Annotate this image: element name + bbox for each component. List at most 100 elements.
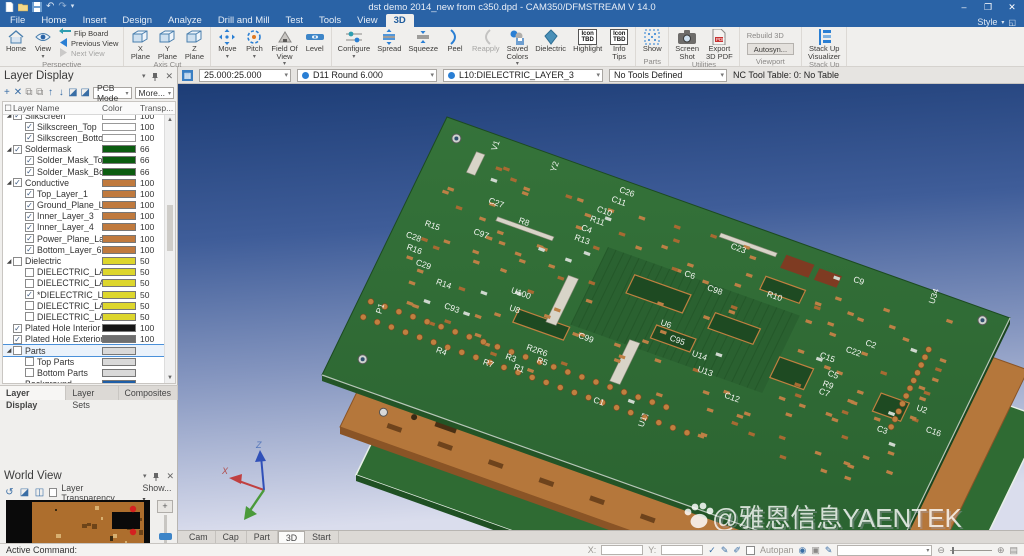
layer-set2-icon[interactable]: ◪ <box>81 87 90 99</box>
layer-visibility-checkbox[interactable]: ✓ <box>25 167 34 176</box>
menu-item-test[interactable]: Test <box>278 14 311 27</box>
redo-icon[interactable]: ↷ <box>58 2 66 12</box>
expander-icon[interactable]: ◢ <box>5 347 13 354</box>
layer-color-swatch[interactable] <box>102 279 136 287</box>
layer-visibility-checkbox[interactable]: ✓ <box>25 122 34 131</box>
workspace-tab-cam[interactable]: Cam <box>182 531 216 543</box>
layer-row-silkscreen-bottom[interactable]: ✓Silkscreen_Bottom100 <box>3 132 164 143</box>
layer-color-swatch[interactable] <box>102 302 136 310</box>
layer-color-swatch[interactable] <box>102 156 136 164</box>
panel-menu-icon[interactable]: ▾ <box>143 472 147 480</box>
status-combo[interactable]: ▾ <box>837 545 932 556</box>
layer-row-dielectric-layer-4[interactable]: DIELECTRIC_LAYER_450 <box>3 300 164 311</box>
layer-visibility-checkbox[interactable]: ✓ <box>13 324 22 333</box>
layer-row-dielectric[interactable]: ◢Dielectric50 <box>3 255 164 266</box>
paste-icon[interactable]: ⧉ <box>36 87 44 99</box>
scroll-up-icon[interactable]: ▲ <box>165 115 175 125</box>
layer-visibility-checkbox[interactable]: ✓ <box>13 145 22 154</box>
layer-front-icon[interactable]: ◪ <box>19 487 30 499</box>
active-layer-combo[interactable]: L10:DIELECTRIC_LAYER_3▾ <box>443 69 603 82</box>
layer-row-top-layer-1[interactable]: ✓Top_Layer_1100 <box>3 188 164 199</box>
layer-visibility-checkbox[interactable] <box>25 301 34 310</box>
layer-color-swatch[interactable] <box>102 246 136 254</box>
pick-tool-icon[interactable]: ✐ <box>733 545 741 556</box>
dcode-combo[interactable]: D11 Round 6.000▾ <box>297 69 437 82</box>
y-coordinate-field[interactable] <box>661 545 703 555</box>
layer-color-swatch[interactable] <box>102 190 136 198</box>
layer-row--dielectric-layer-3[interactable]: ✓*DIELECTRIC_LAYER_350 <box>3 289 164 300</box>
layer-color-swatch[interactable] <box>102 257 136 265</box>
layer-color-swatch[interactable] <box>102 380 136 383</box>
saved-colors-button[interactable]: Saved Colors ▾ <box>504 28 532 67</box>
level-button[interactable]: Level <box>302 28 328 67</box>
expander-icon[interactable]: ◢ <box>5 258 13 265</box>
zoom-in-button[interactable]: + <box>157 500 173 513</box>
layer-visibility-checkbox[interactable]: ✓ <box>13 335 22 344</box>
layer-visibility-checkbox[interactable]: ✓ <box>13 178 22 187</box>
layer-color-swatch[interactable] <box>102 313 136 321</box>
menu-item-home[interactable]: Home <box>33 14 74 27</box>
delete-layer-icon[interactable]: ✕ <box>14 87 22 99</box>
layer-table-scrollbar[interactable]: ▲ ▼ <box>164 115 175 383</box>
dielectric-button[interactable]: Dielectric <box>532 28 569 67</box>
layer-row-soldermask[interactable]: ◢✓Soldermask66 <box>3 144 164 155</box>
home-button[interactable]: Home <box>3 28 29 60</box>
layer-color-swatch[interactable] <box>102 223 136 231</box>
style-selector[interactable]: Style ▾ ◱ <box>977 17 1024 27</box>
close-icon[interactable]: ✕ <box>166 471 174 482</box>
screen-shot-button[interactable]: Screen Shot <box>672 28 702 60</box>
layer-row-solder-mask-top[interactable]: ✓Solder_Mask_Top66 <box>3 155 164 166</box>
layer-color-swatch[interactable] <box>102 335 136 343</box>
layer-visibility-checkbox[interactable] <box>25 312 34 321</box>
pcb-mode-combo[interactable]: PCB Mode▾ <box>93 87 132 99</box>
menu-item-design[interactable]: Design <box>114 14 160 27</box>
workspace-tab-3d[interactable]: 3D <box>278 531 305 544</box>
layer-row-inner-layer-4[interactable]: ✓Inner_Layer_4100 <box>3 222 164 233</box>
layer-visibility-checkbox[interactable]: ✓ <box>25 290 34 299</box>
flip-board-button[interactable]: Flip Board <box>59 29 118 38</box>
copy-icon[interactable]: ⧉ <box>25 87 33 99</box>
layer-back-icon[interactable]: ◫ <box>34 487 45 499</box>
layer-visibility-checkbox[interactable]: ✓ <box>25 201 34 210</box>
export-3d-pdf-button[interactable]: PDFExport 3D PDF <box>703 28 736 60</box>
layer-set-icon[interactable]: ◪ <box>68 87 77 99</box>
expander-icon[interactable]: ◢ <box>5 115 13 119</box>
layer-row-conductive[interactable]: ◢✓Conductive100 <box>3 177 164 188</box>
layer-row-solder-mask-bottom[interactable]: ✓Solder_Mask_Bottom66 <box>3 166 164 177</box>
tab-layer-display[interactable]: Layer Display <box>0 386 66 400</box>
layer-color-swatch[interactable] <box>102 168 136 176</box>
layer-row-dielectric-layer-5[interactable]: DIELECTRIC_LAYER_550 <box>3 311 164 322</box>
undo-icon[interactable]: ↶ <box>46 2 54 12</box>
viewport-3d[interactable]: V1Y2C26C11C10R11C4R13C23C9U34C6C98R10C27… <box>178 84 1024 530</box>
expander-icon[interactable]: ◢ <box>5 179 13 186</box>
tab-composites[interactable]: Composites <box>119 386 178 400</box>
edit-icon[interactable]: ✎ <box>825 545 833 556</box>
menu-item-drill-and-mill[interactable]: Drill and Mill <box>210 14 278 27</box>
open-file-icon[interactable] <box>18 2 28 12</box>
layer-color-swatch[interactable] <box>102 324 136 332</box>
ribbon-collapse-icon[interactable]: ◱ <box>1008 18 1016 27</box>
layer-row-parts[interactable]: ◢Parts <box>3 345 164 356</box>
layer-visibility-checkbox[interactable]: ✓ <box>13 115 22 120</box>
grid-icon[interactable]: ▦ <box>182 70 193 81</box>
layer-visibility-checkbox[interactable]: ✓ <box>25 133 34 142</box>
move-down-icon[interactable]: ↓ <box>57 87 65 99</box>
screen-icon[interactable]: ▤ <box>1009 545 1018 556</box>
layer-row-silkscreen[interactable]: ◢✓Silkscreen100 <box>3 115 164 121</box>
close-icon[interactable]: ✕ <box>1000 0 1024 14</box>
layer-visibility-checkbox[interactable] <box>13 346 22 355</box>
customize-icon[interactable]: ▾ <box>71 2 75 12</box>
more-combo[interactable]: More...▾ <box>135 87 174 99</box>
layer-visibility-checkbox[interactable] <box>25 357 34 366</box>
menu-item-file[interactable]: File <box>2 14 33 27</box>
layer-row-dielectric-layer-1[interactable]: DIELECTRIC_LAYER_150 <box>3 267 164 278</box>
layer-color-swatch[interactable] <box>102 134 136 142</box>
pin-icon[interactable] <box>151 72 159 81</box>
menu-item-view[interactable]: View <box>349 14 385 27</box>
previous-view-button[interactable]: Previous View <box>59 39 118 48</box>
workspace-tab-cap[interactable]: Cap <box>216 531 247 543</box>
layer-visibility-checkbox[interactable] <box>25 368 34 377</box>
menu-item-insert[interactable]: Insert <box>75 14 115 27</box>
pen-tool-icon[interactable]: ✎ <box>721 545 729 556</box>
menu-item-3d[interactable]: 3D <box>386 14 414 27</box>
